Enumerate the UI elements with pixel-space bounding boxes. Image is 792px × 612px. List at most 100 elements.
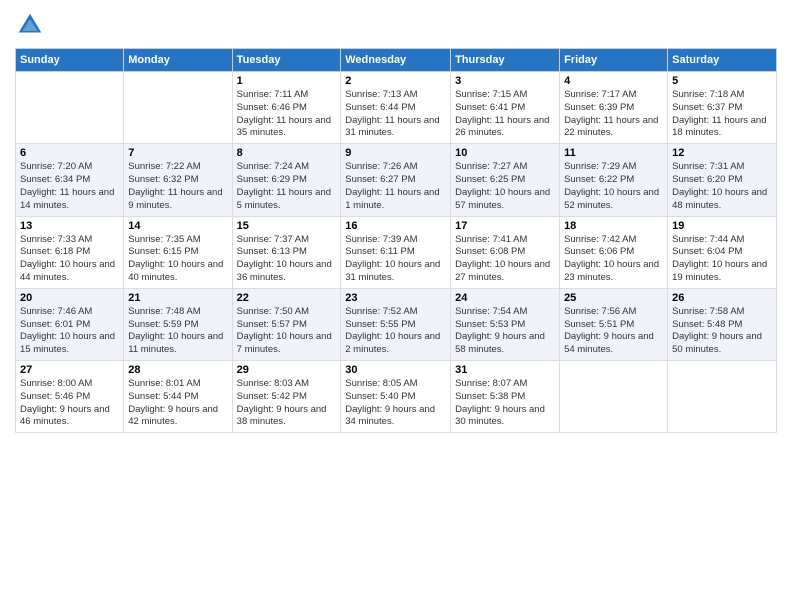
calendar-day-cell: 18 Sunrise: 7:42 AM Sunset: 6:06 PM Dayl… — [560, 216, 668, 288]
sunrise-text: Sunrise: 7:13 AM — [345, 89, 417, 100]
calendar-day-cell: 6 Sunrise: 7:20 AM Sunset: 6:34 PM Dayli… — [16, 144, 124, 216]
day-number: 29 — [237, 364, 337, 376]
calendar-day-cell: 30 Sunrise: 8:05 AM Sunset: 5:40 PM Dayl… — [341, 361, 451, 433]
calendar-day-cell: 19 Sunrise: 7:44 AM Sunset: 6:04 PM Dayl… — [668, 216, 777, 288]
calendar-day-cell: 5 Sunrise: 7:18 AM Sunset: 6:37 PM Dayli… — [668, 72, 777, 144]
day-info: Sunrise: 7:31 AM Sunset: 6:20 PM Dayligh… — [672, 161, 772, 212]
daylight-text: Daylight: 10 hours and 48 minutes. — [672, 187, 767, 211]
day-number: 21 — [128, 292, 227, 304]
sunrise-text: Sunrise: 7:24 AM — [237, 161, 309, 172]
sunset-text: Sunset: 6:27 PM — [345, 174, 415, 185]
day-number: 14 — [128, 220, 227, 232]
daylight-text: Daylight: 10 hours and 52 minutes. — [564, 187, 659, 211]
sunset-text: Sunset: 5:44 PM — [128, 391, 198, 402]
day-number: 23 — [345, 292, 446, 304]
day-info: Sunrise: 7:54 AM Sunset: 5:53 PM Dayligh… — [455, 306, 555, 357]
day-info: Sunrise: 7:35 AM Sunset: 6:15 PM Dayligh… — [128, 234, 227, 285]
calendar-day-cell: 28 Sunrise: 8:01 AM Sunset: 5:44 PM Dayl… — [124, 361, 232, 433]
daylight-text: Daylight: 10 hours and 11 minutes. — [128, 331, 223, 355]
sunrise-text: Sunrise: 8:01 AM — [128, 378, 200, 389]
day-info: Sunrise: 7:50 AM Sunset: 5:57 PM Dayligh… — [237, 306, 337, 357]
header — [15, 10, 777, 40]
day-number: 7 — [128, 147, 227, 159]
calendar-week-row: 20 Sunrise: 7:46 AM Sunset: 6:01 PM Dayl… — [16, 288, 777, 360]
calendar-day-cell: 22 Sunrise: 7:50 AM Sunset: 5:57 PM Dayl… — [232, 288, 341, 360]
sunset-text: Sunset: 5:53 PM — [455, 319, 525, 330]
sunrise-text: Sunrise: 7:46 AM — [20, 306, 92, 317]
calendar-day-cell: 15 Sunrise: 7:37 AM Sunset: 6:13 PM Dayl… — [232, 216, 341, 288]
day-number: 30 — [345, 364, 446, 376]
calendar-day-cell: 3 Sunrise: 7:15 AM Sunset: 6:41 PM Dayli… — [451, 72, 560, 144]
calendar-day-cell: 8 Sunrise: 7:24 AM Sunset: 6:29 PM Dayli… — [232, 144, 341, 216]
sunrise-text: Sunrise: 7:11 AM — [237, 89, 309, 100]
day-number: 16 — [345, 220, 446, 232]
day-number: 24 — [455, 292, 555, 304]
daylight-text: Daylight: 10 hours and 40 minutes. — [128, 259, 223, 283]
day-number: 15 — [237, 220, 337, 232]
day-info: Sunrise: 7:13 AM Sunset: 6:44 PM Dayligh… — [345, 89, 446, 140]
day-info: Sunrise: 7:11 AM Sunset: 6:46 PM Dayligh… — [237, 89, 337, 140]
sunrise-text: Sunrise: 7:48 AM — [128, 306, 200, 317]
sunrise-text: Sunrise: 7:33 AM — [20, 234, 92, 245]
day-info: Sunrise: 7:15 AM Sunset: 6:41 PM Dayligh… — [455, 89, 555, 140]
sunrise-text: Sunrise: 8:03 AM — [237, 378, 309, 389]
day-number: 22 — [237, 292, 337, 304]
day-number: 4 — [564, 75, 663, 87]
day-info: Sunrise: 7:56 AM Sunset: 5:51 PM Dayligh… — [564, 306, 663, 357]
day-info: Sunrise: 7:33 AM Sunset: 6:18 PM Dayligh… — [20, 234, 119, 285]
calendar-day-cell: 12 Sunrise: 7:31 AM Sunset: 6:20 PM Dayl… — [668, 144, 777, 216]
sunset-text: Sunset: 6:44 PM — [345, 102, 415, 113]
sunrise-text: Sunrise: 7:31 AM — [672, 161, 744, 172]
day-info: Sunrise: 8:03 AM Sunset: 5:42 PM Dayligh… — [237, 378, 337, 429]
sunset-text: Sunset: 6:08 PM — [455, 246, 525, 257]
day-info: Sunrise: 8:01 AM Sunset: 5:44 PM Dayligh… — [128, 378, 227, 429]
day-number: 8 — [237, 147, 337, 159]
calendar-day-cell: 25 Sunrise: 7:56 AM Sunset: 5:51 PM Dayl… — [560, 288, 668, 360]
calendar-day-cell: 20 Sunrise: 7:46 AM Sunset: 6:01 PM Dayl… — [16, 288, 124, 360]
sunset-text: Sunset: 5:42 PM — [237, 391, 307, 402]
sunrise-text: Sunrise: 7:18 AM — [672, 89, 744, 100]
sunset-text: Sunset: 6:01 PM — [20, 319, 90, 330]
calendar-header-row: Sunday Monday Tuesday Wednesday Thursday… — [16, 49, 777, 72]
daylight-text: Daylight: 9 hours and 30 minutes. — [455, 404, 545, 428]
calendar-day-cell: 4 Sunrise: 7:17 AM Sunset: 6:39 PM Dayli… — [560, 72, 668, 144]
day-number: 13 — [20, 220, 119, 232]
day-info: Sunrise: 7:27 AM Sunset: 6:25 PM Dayligh… — [455, 161, 555, 212]
sunset-text: Sunset: 6:32 PM — [128, 174, 198, 185]
calendar-day-cell: 10 Sunrise: 7:27 AM Sunset: 6:25 PM Dayl… — [451, 144, 560, 216]
daylight-text: Daylight: 11 hours and 5 minutes. — [237, 187, 331, 211]
day-number: 5 — [672, 75, 772, 87]
sunrise-text: Sunrise: 7:52 AM — [345, 306, 417, 317]
sunrise-text: Sunrise: 7:22 AM — [128, 161, 200, 172]
sunrise-text: Sunrise: 7:17 AM — [564, 89, 636, 100]
sunset-text: Sunset: 6:20 PM — [672, 174, 742, 185]
day-info: Sunrise: 7:20 AM Sunset: 6:34 PM Dayligh… — [20, 161, 119, 212]
sunset-text: Sunset: 6:39 PM — [564, 102, 634, 113]
sunrise-text: Sunrise: 7:27 AM — [455, 161, 527, 172]
day-info: Sunrise: 7:52 AM Sunset: 5:55 PM Dayligh… — [345, 306, 446, 357]
sunrise-text: Sunrise: 7:39 AM — [345, 234, 417, 245]
page: Sunday Monday Tuesday Wednesday Thursday… — [0, 0, 792, 612]
calendar-day-cell: 31 Sunrise: 8:07 AM Sunset: 5:38 PM Dayl… — [451, 361, 560, 433]
day-number: 19 — [672, 220, 772, 232]
calendar-day-cell: 13 Sunrise: 7:33 AM Sunset: 6:18 PM Dayl… — [16, 216, 124, 288]
sunrise-text: Sunrise: 7:54 AM — [455, 306, 527, 317]
calendar-day-cell: 23 Sunrise: 7:52 AM Sunset: 5:55 PM Dayl… — [341, 288, 451, 360]
sunset-text: Sunset: 6:29 PM — [237, 174, 307, 185]
day-info: Sunrise: 7:48 AM Sunset: 5:59 PM Dayligh… — [128, 306, 227, 357]
day-info: Sunrise: 7:37 AM Sunset: 6:13 PM Dayligh… — [237, 234, 337, 285]
daylight-text: Daylight: 11 hours and 26 minutes. — [455, 115, 549, 139]
col-monday: Monday — [124, 49, 232, 72]
day-number: 2 — [345, 75, 446, 87]
calendar-day-cell: 16 Sunrise: 7:39 AM Sunset: 6:11 PM Dayl… — [341, 216, 451, 288]
sunrise-text: Sunrise: 7:58 AM — [672, 306, 744, 317]
sunset-text: Sunset: 5:48 PM — [672, 319, 742, 330]
day-info: Sunrise: 7:58 AM Sunset: 5:48 PM Dayligh… — [672, 306, 772, 357]
calendar-day-cell: 26 Sunrise: 7:58 AM Sunset: 5:48 PM Dayl… — [668, 288, 777, 360]
day-number: 25 — [564, 292, 663, 304]
day-number: 20 — [20, 292, 119, 304]
daylight-text: Daylight: 9 hours and 34 minutes. — [345, 404, 435, 428]
sunset-text: Sunset: 5:46 PM — [20, 391, 90, 402]
daylight-text: Daylight: 11 hours and 18 minutes. — [672, 115, 766, 139]
day-info: Sunrise: 7:29 AM Sunset: 6:22 PM Dayligh… — [564, 161, 663, 212]
